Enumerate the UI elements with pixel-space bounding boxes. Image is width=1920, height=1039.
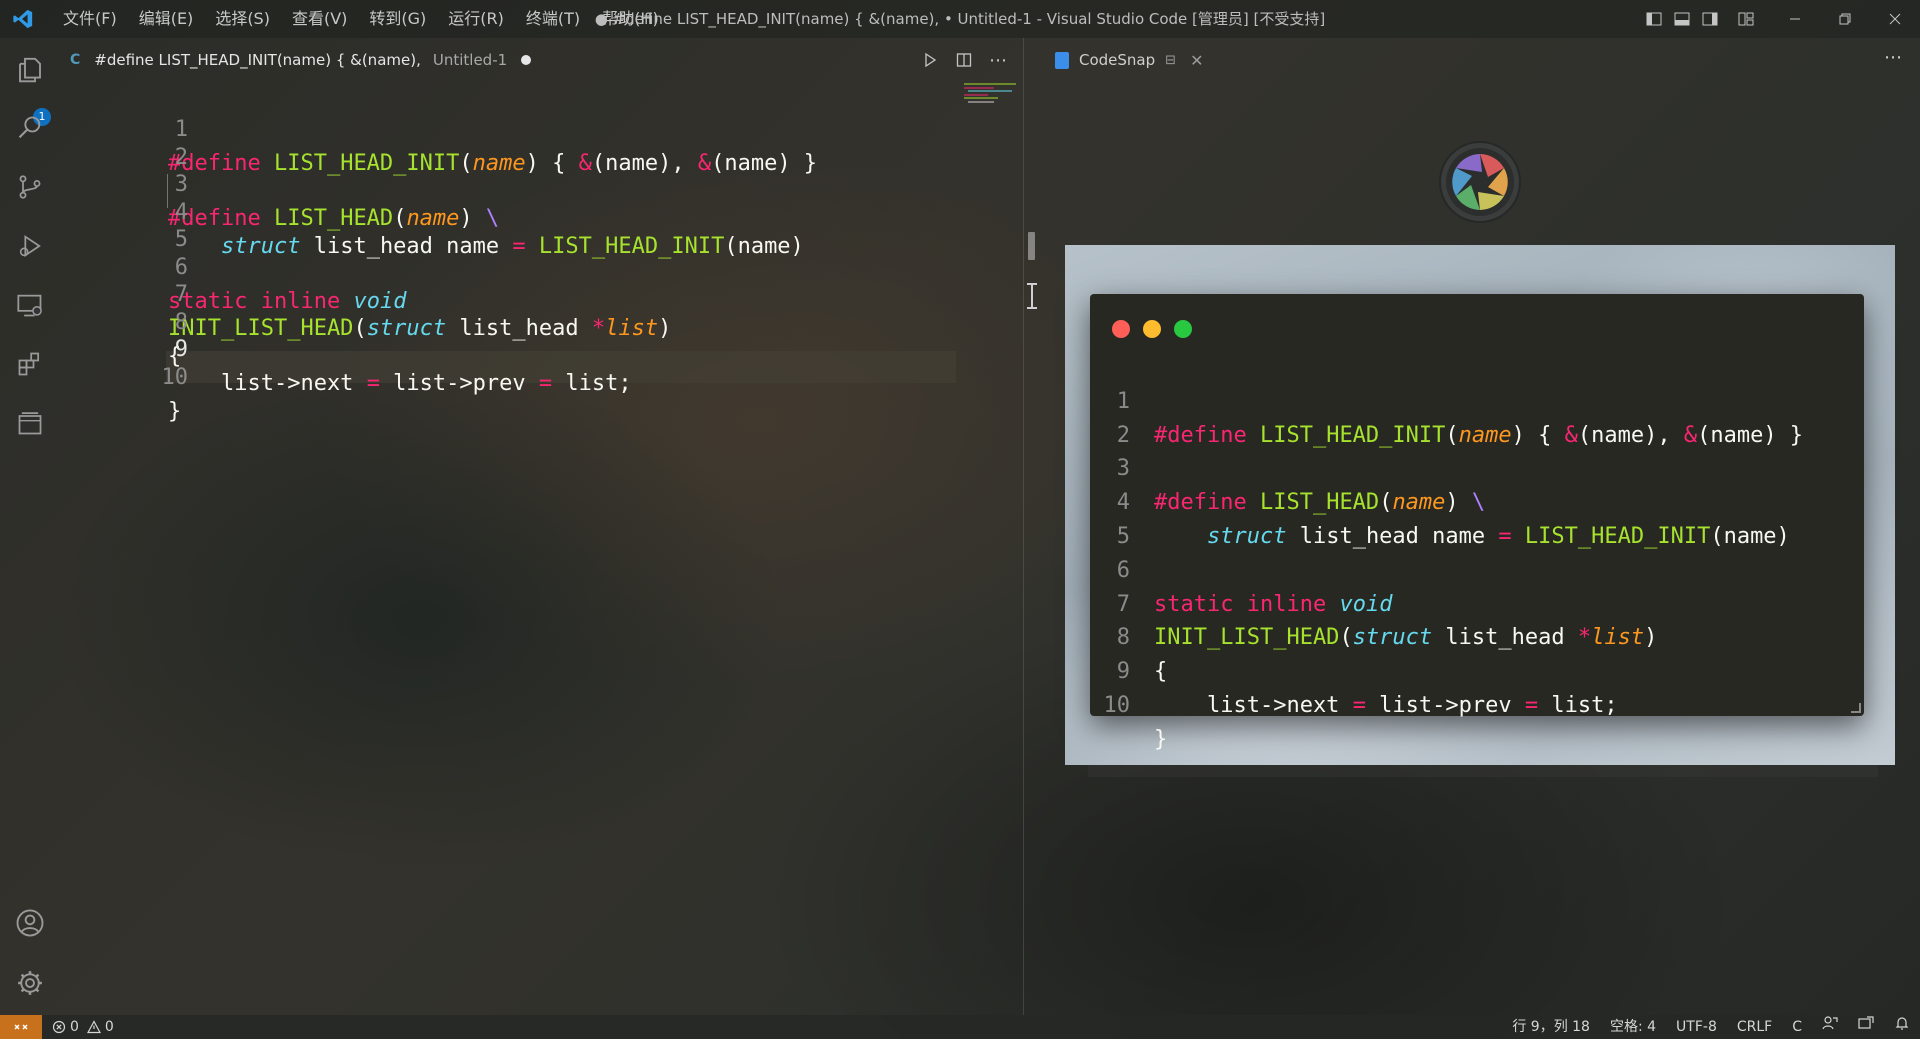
status-right: 行 9，列 18 空格: 4 UTF-8 CRLF C bbox=[1502, 1015, 1920, 1039]
code-text: } bbox=[1154, 726, 1168, 752]
shutter-icon[interactable] bbox=[1438, 140, 1522, 224]
line-number: 10 bbox=[161, 364, 188, 390]
code-text: } bbox=[168, 398, 182, 424]
code-text: #define LIST_HEAD(name) \ bbox=[1154, 490, 1486, 516]
vscode-logo-icon bbox=[13, 9, 33, 29]
c-file-icon: C bbox=[70, 52, 81, 68]
account-icon[interactable] bbox=[0, 898, 60, 948]
code-text: struct list_head name = LIST_HEAD_INIT(n… bbox=[1206, 523, 1790, 549]
scrollbar-thumb[interactable] bbox=[1028, 232, 1035, 260]
code-line: 1 #define LIST_HEAD_INIT(name) { &(name)… bbox=[1090, 351, 1803, 448]
code-line: 9 list->next = list->prev = list; bbox=[1090, 621, 1618, 718]
customize-layout-icon[interactable] bbox=[1732, 5, 1760, 33]
code-line: 6 static inline void bbox=[1090, 520, 1393, 617]
code-text: list->next = list->prev = list; bbox=[168, 371, 632, 396]
code-line: 5 bbox=[1090, 486, 1169, 549]
remote-explorer-icon[interactable] bbox=[0, 280, 60, 330]
indentation[interactable]: 空格: 4 bbox=[1600, 1015, 1666, 1039]
code-text: #define LIST_HEAD_INIT(name) { &(name), … bbox=[168, 151, 818, 176]
line-ending[interactable]: CRLF bbox=[1727, 1015, 1782, 1039]
code-text: list->next = list->prev = list; bbox=[1154, 692, 1618, 718]
minimap[interactable] bbox=[964, 82, 1024, 103]
menu-bar: 文件(F) 编辑(E) 选择(S) 查看(V) 转到(G) 运行(R) 终端(T… bbox=[52, 0, 670, 38]
error-count: 0 bbox=[70, 1019, 79, 1035]
menu-view[interactable]: 查看(V) bbox=[281, 0, 358, 38]
menu-file[interactable]: 文件(F) bbox=[52, 0, 128, 38]
codesnap-panel-icon[interactable] bbox=[0, 398, 60, 448]
code-line: 7 INIT_LIST_HEAD(struct list_head *list) bbox=[1090, 554, 1658, 651]
menu-help[interactable]: 帮助(H) bbox=[591, 0, 670, 38]
feedback-icon[interactable] bbox=[1812, 1015, 1848, 1039]
cursor-position[interactable]: 行 9，列 18 bbox=[1502, 1015, 1600, 1039]
codesnap-window: 1 #define LIST_HEAD_INIT(name) { &(name)… bbox=[1090, 294, 1864, 752]
more-actions-icon[interactable]: ⋯ bbox=[1884, 38, 1902, 82]
editor-actions: ⋯ bbox=[913, 38, 1015, 82]
code-line: 8 { bbox=[1090, 588, 1169, 684]
close-tab-icon[interactable]: ✕ bbox=[1190, 51, 1203, 70]
editor-group-divider[interactable] bbox=[1023, 38, 1024, 1015]
restore-button[interactable] bbox=[1820, 5, 1870, 33]
run-code-button[interactable] bbox=[913, 45, 947, 75]
code-text: static inline void bbox=[1154, 591, 1393, 617]
minimize-button[interactable] bbox=[1770, 5, 1820, 33]
remote-indicator[interactable] bbox=[0, 1015, 42, 1039]
more-actions-icon[interactable]: ⋯ bbox=[981, 45, 1015, 75]
broadcast-icon[interactable] bbox=[1848, 1015, 1884, 1039]
text-cursor-icon bbox=[1026, 282, 1038, 310]
warning-count: 0 bbox=[104, 1019, 114, 1035]
editor-tab-row: C #define LIST_HEAD_INIT(name) { &(name)… bbox=[60, 38, 1025, 82]
window-controls bbox=[1640, 0, 1920, 38]
search-icon[interactable] bbox=[0, 103, 60, 153]
menu-run[interactable]: 运行(R) bbox=[437, 0, 515, 38]
warning-icon bbox=[86, 1020, 101, 1034]
code-line: 10 } bbox=[1090, 655, 1169, 752]
codesnap-tab[interactable]: CodeSnap ⊟ ✕ bbox=[1055, 38, 1203, 82]
line-number: 10 bbox=[1103, 692, 1131, 718]
language-mode[interactable]: C bbox=[1782, 1015, 1812, 1039]
resize-handle-icon[interactable] bbox=[1851, 703, 1861, 713]
error-icon bbox=[52, 1020, 66, 1034]
code-text: #define LIST_HEAD_INIT(name) { &(name), … bbox=[1154, 422, 1804, 448]
traffic-red-icon bbox=[1112, 320, 1130, 338]
activity-bar: 1 bbox=[0, 38, 60, 1015]
code-line: 2 bbox=[1090, 385, 1169, 448]
toggle-secondary-sidebar-icon[interactable] bbox=[1696, 5, 1724, 33]
editor-tab-untitled[interactable]: C #define LIST_HEAD_INIT(name) { &(name)… bbox=[70, 38, 532, 82]
menu-terminal[interactable]: 终端(T) bbox=[515, 0, 591, 38]
gear-icon[interactable] bbox=[0, 958, 60, 1008]
encoding[interactable]: UTF-8 bbox=[1666, 1015, 1727, 1039]
codesnap-tab-row: CodeSnap ⊟ ✕ ⋯ bbox=[1040, 38, 1920, 82]
codesnap-shadow bbox=[1088, 765, 1878, 777]
traffic-yellow-icon bbox=[1143, 320, 1161, 338]
code-line: 10 } bbox=[60, 327, 188, 424]
title-bar: 文件(F) 编辑(E) 选择(S) 查看(V) 转到(G) 运行(R) 终端(T… bbox=[0, 0, 1920, 38]
code-line: 4 struct list_head name = LIST_HEAD_INIT… bbox=[1090, 452, 1790, 549]
code-line: 3 #define LIST_HEAD(name) \ bbox=[1090, 419, 1485, 515]
extensions-icon[interactable] bbox=[0, 339, 60, 389]
codesnap-tab-title: CodeSnap bbox=[1079, 51, 1156, 69]
unsaved-dot-icon[interactable] bbox=[521, 55, 532, 65]
status-bar: 0 0 行 9，列 18 空格: 4 UTF-8 CRLF C bbox=[0, 1015, 1920, 1039]
toggle-panel-icon[interactable] bbox=[1668, 5, 1696, 33]
codesnap-file-icon bbox=[1055, 51, 1069, 69]
traffic-green-icon bbox=[1174, 320, 1192, 338]
code-text: struct list_head name = LIST_HEAD_INIT(n… bbox=[220, 233, 804, 259]
menu-selection[interactable]: 选择(S) bbox=[204, 0, 281, 38]
problems-indicator[interactable]: 0 0 bbox=[52, 1015, 114, 1039]
code-text: INIT_LIST_HEAD(struct list_head *list) bbox=[1154, 625, 1658, 651]
notifications-bell-icon[interactable] bbox=[1884, 1015, 1920, 1039]
toggle-primary-sidebar-icon[interactable] bbox=[1640, 5, 1668, 33]
menu-go[interactable]: 转到(G) bbox=[358, 0, 437, 38]
tab-title: #define LIST_HEAD_INIT(name) { &(name), bbox=[94, 51, 421, 69]
run-debug-icon[interactable] bbox=[0, 221, 60, 271]
source-control-icon[interactable] bbox=[0, 162, 60, 212]
tab-description: Untitled-1 bbox=[432, 51, 508, 69]
close-window-button[interactable] bbox=[1870, 5, 1920, 33]
files-icon[interactable] bbox=[0, 45, 60, 95]
split-editor-button[interactable] bbox=[947, 45, 981, 75]
menu-edit[interactable]: 编辑(E) bbox=[128, 0, 205, 38]
pin-icon[interactable]: ⊟ bbox=[1165, 53, 1176, 68]
code-text: INIT_LIST_HEAD(struct list_head *list) bbox=[168, 316, 672, 341]
code-editor[interactable]: 1 #define LIST_HEAD_INIT(name) { &(name)… bbox=[60, 82, 1025, 1015]
